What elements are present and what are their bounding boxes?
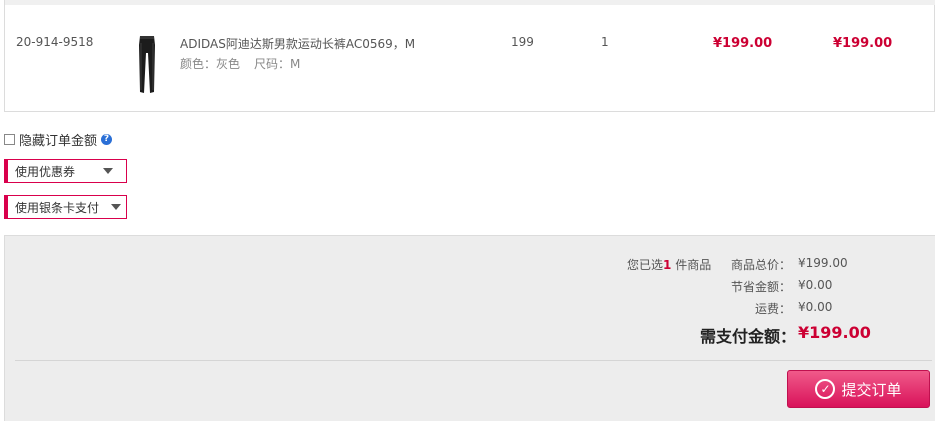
pay-amount-label: 需支付金额：: [700, 327, 797, 346]
card-payment-dropdown[interactable]: 使用银条卡支付: [4, 195, 127, 219]
pay-amount-value: ¥199.00: [798, 323, 871, 342]
saved-label: 节省金额：: [730, 280, 791, 294]
saved-value: ¥0.00: [798, 278, 833, 292]
summary-divider: [15, 360, 932, 361]
shipping-label: 运费：: [754, 302, 791, 316]
selected-prefix: 您已选: [627, 258, 664, 272]
item-name[interactable]: ADIDAS阿迪达斯男款运动长裤AC0569，M: [180, 35, 415, 52]
hide-amount-checkbox[interactable]: [4, 134, 15, 145]
size-label: 尺码：: [254, 57, 291, 71]
total-value: ¥199.00: [798, 256, 848, 270]
item-subtotal: ¥199.00: [833, 36, 893, 51]
item-price: ¥199.00: [713, 36, 773, 51]
selected-suffix: 件商品: [671, 258, 712, 272]
size-value: M: [290, 57, 301, 71]
item-attributes: 颜色：灰色 尺码：M: [180, 55, 300, 72]
order-summary: 您已选1 件商品 商品总价： ¥199.00 节省金额： ¥0.00 运费： ¥…: [4, 235, 935, 421]
coupon-dropdown-label: 使用优惠券: [15, 164, 76, 179]
pants-thumbnail[interactable]: [136, 35, 158, 95]
total-label: 商品总价：: [730, 258, 791, 272]
coupon-dropdown[interactable]: 使用优惠券: [4, 159, 127, 183]
chevron-down-icon: [103, 168, 113, 174]
hide-amount-label: 隐藏订单金额: [19, 134, 98, 149]
selected-count: 您已选1 件商品: [627, 256, 711, 273]
shipping-value: ¥0.00: [798, 300, 833, 314]
help-icon[interactable]: ?: [101, 134, 113, 145]
chevron-down-icon: [111, 204, 121, 210]
submit-order-button[interactable]: ✓ 提交订单: [787, 370, 930, 408]
item-unit-price: 199: [511, 35, 534, 49]
order-item-row: 20-914-9518 ADIDAS阿迪达斯男款运动长裤AC0569，M 颜色：…: [4, 5, 935, 112]
color-label: 颜色：: [180, 57, 217, 71]
check-circle-icon: ✓: [815, 379, 836, 399]
card-payment-dropdown-label: 使用银条卡支付: [15, 200, 100, 215]
color-value: 灰色: [216, 57, 241, 71]
item-quantity: 1: [601, 35, 609, 49]
item-sku: 20-914-9518: [16, 35, 94, 49]
submit-order-label: 提交订单: [841, 380, 902, 399]
hide-amount-option[interactable]: 隐藏订单金额 ?: [4, 130, 113, 149]
